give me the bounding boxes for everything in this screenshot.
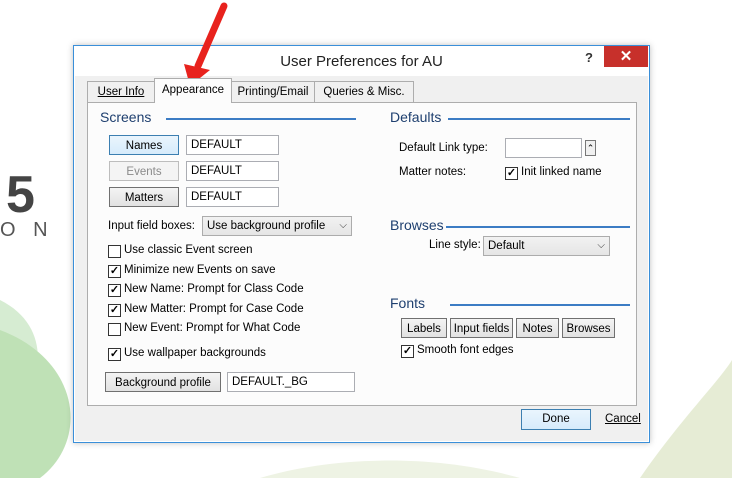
done-button[interactable]: Done (521, 409, 591, 430)
tab-queries-misc[interactable]: Queries & Misc. (314, 81, 414, 102)
tab-queries-misc-label: Queries & Misc. (323, 86, 405, 98)
checkbox-label: Use classic Event screen (124, 244, 253, 256)
names-button[interactable]: Names (109, 135, 179, 155)
checkbox-label: Init linked name (521, 166, 602, 178)
input-field-boxes-select[interactable]: Use background profile ⌵ (202, 216, 352, 236)
user-preferences-dialog: User Preferences for AU ? ✕ User Info Ap… (73, 45, 650, 443)
checkbox-label: New Matter: Prompt for Case Code (124, 303, 304, 315)
checkmark-icon: ✓ (505, 167, 518, 180)
screens-section-title: Screens (100, 109, 152, 125)
browses-divider (446, 226, 630, 228)
input-field-boxes-label: Input field boxes: (108, 220, 195, 232)
tab-appearance-label: Appearance (161, 84, 225, 96)
browses-section-title: Browses (390, 217, 444, 233)
matters-profile-field[interactable]: DEFAULT (186, 187, 279, 207)
names-profile-field[interactable]: DEFAULT (186, 135, 279, 155)
background-profile-field[interactable]: DEFAULT._BG (227, 372, 355, 392)
fonts-browses-button[interactable]: Browses (562, 318, 615, 338)
background-letters: O N (0, 219, 54, 241)
line-style-select[interactable]: Default ⌵ (483, 236, 610, 256)
events-button[interactable]: Events (109, 161, 179, 181)
background-profile-button[interactable]: Background profile (105, 372, 221, 392)
checkmark-icon: ✓ (401, 345, 414, 358)
chevron-down-icon: ⌵ (339, 220, 347, 231)
checkbox-box (108, 245, 121, 258)
chevron-up-icon[interactable]: ⌃ (585, 140, 596, 156)
checkmark-icon: ✓ (108, 348, 121, 361)
checkmark-icon: ✓ (108, 284, 121, 297)
fonts-notes-button[interactable]: Notes (516, 318, 559, 338)
defaults-section-title: Defaults (390, 109, 442, 125)
appearance-panel: Screens Names DEFAULT Events DEFAULT Mat… (87, 102, 637, 406)
dialog-title: User Preferences for AU (280, 53, 443, 70)
checkmark-icon: ✓ (108, 265, 121, 278)
checkbox-label: Smooth font edges (417, 344, 514, 356)
fonts-input-fields-button[interactable]: Input fields (450, 318, 513, 338)
checkbox-box (108, 323, 121, 336)
dialog-client-area: User Info Appearance Printing/Email Quer… (75, 76, 648, 441)
red-arrow-annotation (184, 2, 228, 86)
tab-printing-email[interactable]: Printing/Email (231, 81, 315, 102)
chevron-down-icon: ⌵ (597, 240, 605, 251)
line-style-label: Line style: (429, 239, 481, 251)
checkbox-label: New Event: Prompt for What Code (124, 322, 301, 334)
line-style-value: Default (488, 240, 525, 252)
tab-user-info-label: User Info (97, 86, 145, 98)
matters-button[interactable]: Matters (109, 187, 179, 207)
help-button[interactable]: ? (579, 50, 599, 68)
fonts-section-title: Fonts (390, 295, 426, 311)
fonts-labels-button[interactable]: Labels (401, 318, 447, 338)
defaults-divider (448, 118, 630, 120)
titlebar: User Preferences for AU ? ✕ (74, 46, 649, 76)
events-profile-field[interactable]: DEFAULT (186, 161, 279, 181)
tab-appearance[interactable]: Appearance (154, 78, 232, 103)
background-digit: 5 (6, 166, 35, 224)
default-link-type-label: Default Link type: (399, 142, 488, 154)
checkbox-label: New Name: Prompt for Class Code (124, 283, 304, 295)
input-field-boxes-value: Use background profile (207, 220, 326, 232)
checkmark-icon: ✓ (108, 304, 121, 317)
close-button[interactable]: ✕ (604, 46, 648, 67)
tab-user-info[interactable]: User Info (87, 81, 155, 102)
checkbox-label: Use wallpaper backgrounds (124, 347, 266, 359)
tab-printing-email-label: Printing/Email (237, 86, 309, 98)
checkbox-label: Minimize new Events on save (124, 264, 276, 276)
matter-notes-label: Matter notes: (399, 166, 467, 178)
fonts-divider (450, 304, 630, 306)
cancel-link[interactable]: Cancel (605, 413, 641, 425)
screens-divider (166, 118, 356, 120)
default-link-type-field[interactable] (505, 138, 582, 158)
